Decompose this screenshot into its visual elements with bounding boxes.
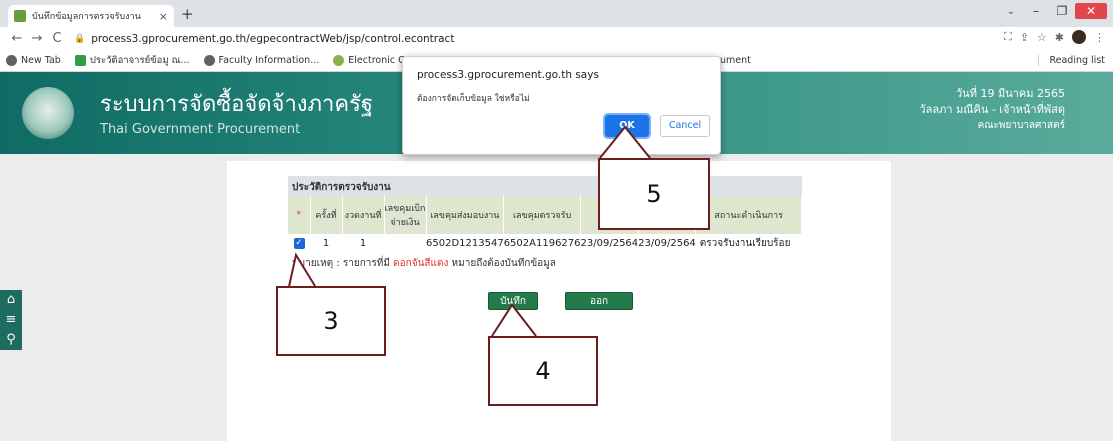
sheet-icon — [74, 55, 86, 66]
side-toolbar: ⌂ ≡ ⚲ — [0, 290, 22, 350]
url-text: process3.gprocurement.go.th/egpecontract… — [91, 32, 455, 45]
col-disbursement: เลขคุมเบิกจ่ายเงิน — [384, 196, 427, 234]
share-icon[interactable]: ⇪ — [1020, 31, 1029, 44]
extensions-icon[interactable]: ✱ — [1055, 31, 1064, 44]
panel-title: ประวัติการตรวจรับงาน — [288, 176, 802, 196]
tab-search-icon[interactable]: ⌄ — [1007, 6, 1015, 17]
tab-title: บันทึกข้อมูลการตรวจรับงาน — [32, 12, 141, 22]
site-favicon-icon — [14, 10, 26, 22]
new-tab-icon[interactable]: + — [181, 5, 194, 23]
bookmark-faculty[interactable]: Faculty Information... — [203, 55, 320, 66]
cell-round: 1 — [322, 237, 330, 249]
minimize-icon[interactable]: – — [1023, 4, 1049, 18]
toolbar-actions: ⛶ ⇪ ☆ ✱ ⋮ — [1004, 30, 1105, 44]
save-button[interactable]: บันทึก — [488, 292, 538, 310]
translate-icon[interactable]: ⛶ — [1004, 30, 1012, 44]
window-controls: – ❐ ✕ — [1023, 0, 1113, 22]
leaf-icon — [333, 55, 345, 66]
col-round: ครั้งที่ — [310, 196, 343, 234]
user-name: วัลลภา มณีคิน - เจ้าหน้าที่พัสดุ — [919, 103, 1065, 116]
bookmark-label: Faculty Information... — [218, 55, 320, 66]
row-checkbox-cell[interactable]: ✓ — [288, 234, 310, 252]
globe-icon — [203, 55, 215, 66]
table-row: ✓ 1 1 6502D1213547 6502A1196276 23/09/25… — [288, 234, 802, 252]
callout-4: 4 — [488, 336, 598, 406]
browser-tab[interactable]: บันทึกข้อมูลการตรวจรับงาน × — [8, 5, 174, 27]
cell-status: ตรวจรับงานเรียบร้อย — [699, 237, 791, 249]
profile-avatar[interactable] — [1072, 30, 1086, 44]
col-inspection: เลขคุมตรวจรับ — [503, 196, 582, 234]
cell-disbursement — [384, 234, 426, 252]
bookmark-new-tab[interactable]: New Tab — [6, 55, 61, 66]
inspection-table: * ครั้งที่ งวดงานที่ เลขคุมเบิกจ่ายเงิน … — [288, 196, 802, 252]
remark-prefix: หมายเหตุ : รายการที่มี — [292, 258, 390, 269]
bookmark-star-icon[interactable]: ☆ — [1037, 31, 1047, 44]
department: คณะพยาบาลศาสตร์ — [977, 120, 1065, 131]
browser-toolbar: ← → C 🔒 process3.gprocurement.go.th/egpe… — [0, 27, 1113, 50]
exit-button[interactable]: ออก — [565, 292, 633, 310]
inspection-history-panel: ประวัติการตรวจรับงาน * ครั้งที่ งวดงานที… — [288, 176, 802, 252]
tab-strip: บันทึกข้อมูลการตรวจรับงาน × + ⌄ – ❐ ✕ — [0, 0, 1113, 27]
government-logo — [22, 87, 74, 139]
cell-inspection: 6502A1196276 — [503, 237, 581, 249]
close-window-icon[interactable]: ✕ — [1075, 3, 1107, 19]
cell-date2: 23/09/2564 — [638, 237, 696, 249]
dialog-origin: process3.gprocurement.go.th says — [417, 69, 599, 81]
col-delivery: เลขคุมส่งมอบงาน — [426, 196, 505, 234]
remark-suffix: หมายถึงต้องบันทึกข้อมูล — [451, 258, 556, 269]
search-icon[interactable]: ⚲ — [6, 333, 16, 347]
site-title-en: Thai Government Procurement — [100, 122, 301, 137]
confirm-dialog: process3.gprocurement.go.th says ต้องการ… — [402, 56, 721, 155]
reading-list[interactable]: Reading list — [1038, 55, 1105, 66]
address-bar[interactable]: 🔒 process3.gprocurement.go.th/egpecontra… — [74, 29, 954, 48]
back-icon[interactable]: ← — [8, 31, 26, 46]
globe-icon — [6, 55, 17, 66]
close-tab-icon[interactable]: × — [159, 10, 168, 23]
menu-icon[interactable]: ≡ — [6, 313, 17, 327]
lock-icon[interactable]: 🔒 — [74, 34, 85, 44]
forward-icon[interactable]: → — [28, 31, 46, 46]
restore-icon[interactable]: ❐ — [1049, 4, 1075, 18]
col-required: * — [288, 196, 311, 234]
home-icon[interactable]: ⌂ — [7, 293, 15, 307]
callout-3: 3 — [276, 286, 386, 356]
site-title-th: ระบบการจัดซื้อจัดจ้างภาครัฐ — [100, 92, 374, 117]
dialog-cancel-button[interactable]: Cancel — [660, 115, 710, 137]
remark-note: หมายเหตุ : รายการที่มี ดอกจันสีแดง หมายถ… — [292, 256, 556, 271]
bookmark-history[interactable]: ประวัติอาจารย์ข้อมู ณ... — [74, 53, 190, 68]
bookmark-label: ประวัติอาจารย์ข้อมู ณ... — [89, 55, 190, 66]
row-checkbox[interactable]: ✓ — [293, 238, 305, 249]
cell-installment: 1 — [359, 237, 367, 249]
bookmark-label: New Tab — [21, 55, 61, 66]
dialog-message: ต้องการจัดเก็บข้อมูล ใช่หรือไม่ — [417, 94, 530, 104]
reload-icon[interactable]: C — [48, 31, 66, 46]
cell-delivery: 6502D1213547 — [426, 237, 504, 249]
menu-icon[interactable]: ⋮ — [1094, 31, 1105, 44]
col-installment: งวดงานที่ — [342, 196, 385, 234]
cell-date1: 23/09/2564 — [580, 237, 639, 249]
callout-5: 5 — [598, 158, 710, 230]
bookmark-truncated[interactable]: ument — [720, 55, 751, 66]
col-status: สถานะดำเนินการ — [695, 196, 802, 234]
dialog-ok-button[interactable]: OK — [603, 113, 651, 139]
remark-red-text: ดอกจันสีแดง — [393, 258, 449, 269]
